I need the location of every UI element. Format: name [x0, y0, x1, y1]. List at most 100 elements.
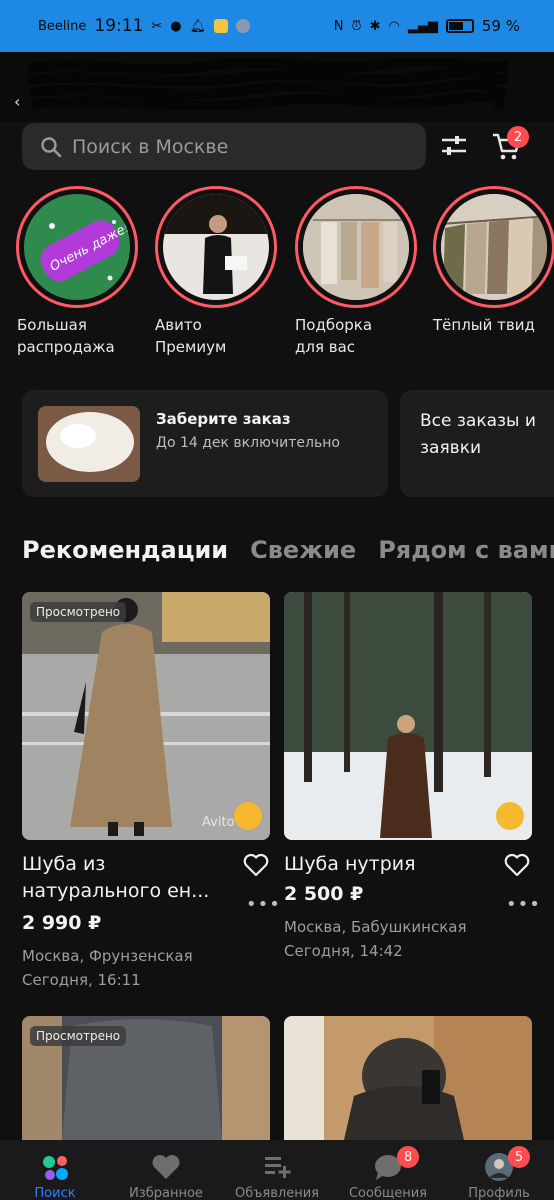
status-bar: Beeline 19:11 ✂ ● 🔔︎ N ⏰︎ ✱ ◠ ▂▄▆ 59 % [0, 0, 554, 52]
cart-count-badge: 2 [507, 126, 529, 148]
product-location: Москва, Бабушкинская [284, 918, 467, 936]
status-bar-right: N ⏰︎ ✱ ◠ ▂▄▆ 59 % [334, 17, 520, 35]
delivery-badge-icon [234, 802, 262, 830]
dark-fur-hood-photo-icon [284, 1016, 532, 1140]
story-image [163, 194, 269, 300]
bluetooth-icon: ✱ [369, 18, 381, 34]
story-image [303, 194, 409, 300]
nav-label: Поиск [34, 1186, 76, 1200]
nav-search[interactable]: Поиск [0, 1140, 110, 1200]
notes-app-icon [214, 19, 229, 33]
story-image [441, 194, 547, 300]
tab-recommendations[interactable]: Рекомендации [22, 536, 228, 564]
search-placeholder: Поиск в Москве [72, 135, 229, 158]
alarm-icon: ⏰︎ [351, 18, 362, 34]
product-image[interactable]: Avito [284, 592, 532, 840]
tab-nearby[interactable]: Рядом с вами [378, 536, 554, 564]
order-subtitle: До 14 дек включительно [156, 435, 340, 451]
delivery-badge-icon [496, 802, 524, 830]
all-orders-card[interactable]: Все заказы и заявки [400, 390, 554, 497]
missed-call-icon: ✂ [151, 18, 163, 34]
more-options-icon[interactable]: ••• [506, 894, 541, 915]
more-options-icon[interactable]: ••• [246, 894, 281, 915]
viewed-badge: Просмотрено [30, 602, 127, 622]
all-orders-label: заявки [420, 438, 482, 458]
add-listing-icon [265, 1157, 291, 1178]
product-title-line: Шуба нутрия [284, 853, 416, 875]
nav-label: Избранное [129, 1186, 203, 1200]
story-label-picks: Подборка для вас [295, 314, 372, 358]
favorite-heart-icon[interactable] [504, 853, 530, 877]
story-warm-tweed[interactable] [433, 186, 554, 308]
story-label-tweed: Тёплый твид [433, 314, 535, 336]
battery-fill [448, 22, 464, 30]
nav-label: Профиль [468, 1186, 530, 1200]
pickup-order-card[interactable]: Заберите заказ До 14 дек включительно [22, 390, 388, 497]
battery-percent: 59 % [481, 17, 520, 35]
favorite-heart-icon[interactable] [243, 853, 269, 877]
story-big-sale[interactable]: Очень даже! [16, 186, 138, 308]
clock: 19:11 [94, 16, 144, 36]
search-input[interactable]: Поиск в Москве [22, 123, 426, 170]
battery-icon [445, 19, 474, 33]
status-bar-left: Beeline 19:11 ✂ ● 🔔︎ [38, 16, 251, 36]
avito-dots-icon [43, 1156, 68, 1180]
clothes-rack-icon [303, 194, 409, 300]
product-price: 2 990 ₽ [22, 912, 102, 934]
woman-photo-icon [163, 194, 269, 294]
fur-coat-photo-icon [22, 592, 270, 840]
viewed-badge: Просмотрено [30, 1026, 127, 1046]
nav-label: Объявления [235, 1186, 319, 1200]
fur-photo-icon [38, 406, 140, 482]
product-meta: Москва, Бабушкинская Сегодня, 14:42 [284, 915, 466, 963]
product-location: Москва, Фрунзенская [22, 947, 193, 965]
app-notification-icon [236, 19, 251, 33]
story-label-line: распродажа [17, 338, 115, 356]
all-orders-label: Все заказы и [420, 411, 536, 431]
product-title[interactable]: Шуба из натурального ен... [22, 851, 209, 905]
avito-watermark: Avito [464, 815, 497, 830]
signal-icon: ▂▄▆ [407, 18, 438, 34]
story-label-line: Тёплый твид [433, 316, 535, 334]
product-date: Сегодня, 14:42 [284, 942, 403, 960]
search-icon [41, 136, 62, 157]
nfc-icon: N [333, 18, 344, 34]
carrier-name: Beeline [38, 18, 87, 34]
wifi-icon: ◠ [388, 18, 400, 34]
nav-profile[interactable]: 5 Профиль [444, 1140, 554, 1200]
nav-listings[interactable]: Объявления [222, 1140, 332, 1200]
order-title: Заберите заказ [156, 410, 291, 428]
messages-badge: 8 [397, 1146, 419, 1168]
story-label-avito-premium: Авито Премиум [155, 314, 226, 358]
story-label-line: Авито [155, 316, 202, 334]
person-icon: ● [170, 18, 182, 34]
filters-icon[interactable] [438, 130, 470, 162]
story-image: Очень даже! [24, 194, 130, 300]
product-image[interactable]: Просмотрено Avito [22, 592, 270, 840]
tab-fresh[interactable]: Свежие [250, 536, 356, 564]
forest-photo-icon [284, 592, 532, 840]
back-arrow-icon[interactable]: ‹ [14, 92, 20, 111]
story-label-line: Премиум [155, 338, 227, 356]
nav-messages[interactable]: 8 Сообщения [333, 1140, 443, 1200]
product-meta: Москва, Фрунзенская Сегодня, 16:11 [22, 944, 193, 992]
story-label-line: для вас [295, 338, 356, 356]
profile-badge: 5 [508, 1146, 530, 1168]
story-picks-for-you[interactable] [295, 186, 417, 308]
product-image[interactable] [284, 1016, 532, 1140]
bottom-nav: Поиск Избранное Объявления 8 Сообщения 5… [0, 1140, 554, 1200]
story-avito-premium[interactable] [155, 186, 277, 308]
order-thumbnail [38, 406, 140, 482]
product-date: Сегодня, 16:11 [22, 971, 141, 989]
bell-icon: 🔔︎ [189, 18, 207, 34]
heart-icon [152, 1155, 180, 1179]
nav-label: Сообщения [348, 1186, 427, 1200]
product-price: 2 500 ₽ [284, 883, 364, 905]
coats-rack-icon [441, 194, 547, 300]
redaction-scribble [28, 58, 508, 111]
product-image[interactable]: Просмотрено [22, 1016, 270, 1140]
nav-favorites[interactable]: Избранное [111, 1140, 221, 1200]
product-title-line: натурального ен... [22, 880, 210, 902]
product-title[interactable]: Шуба нутрия [284, 851, 416, 878]
avito-watermark: Avito [202, 815, 235, 830]
